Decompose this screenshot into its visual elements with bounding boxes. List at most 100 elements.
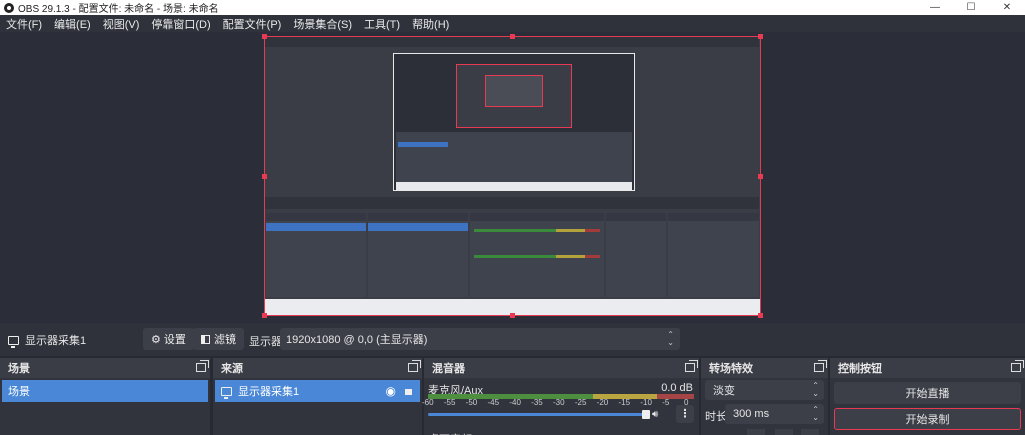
db-scale-label: -25 [574, 398, 587, 407]
menu-scene-collection[interactable]: 场景集合(S) [287, 16, 358, 32]
nested-source-bar [265, 197, 759, 209]
preview-area[interactable] [0, 32, 1025, 323]
resize-handle-br[interactable] [758, 313, 763, 318]
updown-arrow-icon: ⌃ ⌄ [667, 330, 674, 347]
resize-handle-b[interactable] [510, 313, 515, 318]
eye-icon[interactable]: ◉ [386, 384, 396, 398]
undock-icon[interactable] [814, 360, 827, 372]
start-recording-label: 开始录制 [905, 414, 950, 426]
db-scale-label: -35 [531, 398, 543, 407]
start-streaming-button[interactable]: 开始直播 [834, 382, 1021, 404]
mic-aux-volume-slider[interactable] [428, 413, 650, 416]
nested-taskbar [396, 182, 632, 190]
nested-scene-selected [266, 223, 366, 231]
nested-selection [398, 142, 448, 147]
controls-dock-header: 控制按钮 [830, 358, 1025, 378]
remove-transition-button[interactable] [775, 429, 793, 435]
resize-handle-t[interactable] [510, 34, 515, 39]
source-item-label: 显示器采集1 [238, 386, 300, 398]
audio-mixer-dock: 混音器 麦克风/Aux 0.0 dB -60 -55 -50 -45 -40 -35 -30… [422, 358, 699, 435]
db-scale-label: -60 [422, 398, 434, 407]
nested-mixer-dock [470, 213, 604, 297]
settings-label: 设置 [163, 334, 186, 346]
menu-help[interactable]: 帮助(H) [406, 16, 455, 32]
undock-icon[interactable] [685, 360, 698, 372]
resize-handle-r[interactable] [758, 174, 763, 179]
controls-dock: 控制按钮 开始直播 开始录制 [830, 358, 1025, 435]
menu-profile[interactable]: 配置文件(P) [217, 16, 288, 32]
menu-tools[interactable]: 工具(T) [358, 16, 406, 32]
source-settings-button[interactable]: ⚙ 设置 [143, 328, 194, 350]
nested-preview-inner [456, 64, 572, 128]
sources-dock-header: 来源 [213, 358, 422, 378]
spin-arrows-icon[interactable]: ⌃ ⌄ [812, 406, 819, 422]
filter-icon [201, 334, 210, 344]
sources-title: 来源 [221, 363, 243, 375]
menu-bar: 文件(F) 编辑(E) 视图(V) 停靠窗口(D) 配置文件(P) 场景集合(S… [0, 15, 1025, 32]
duration-spinbox[interactable]: 300 ms ⌃ ⌄ [725, 404, 824, 424]
selected-source-name: 显示器采集1 [25, 335, 87, 347]
start-streaming-label: 开始直播 [905, 388, 950, 400]
nested-docks [396, 132, 632, 188]
window-title: OBS 29.1.3 - 配置文件: 未命名 - 场景: 未命名 [18, 4, 219, 15]
scenes-dock: 场景 场景 [0, 358, 210, 435]
source-filters-button[interactable]: 滤镜 [193, 328, 244, 350]
speaker-icon[interactable]: 🔊︎ [652, 409, 658, 420]
gear-icon: ⚙ [151, 333, 161, 346]
nested-source-selected [368, 223, 468, 231]
db-scale: -60 -55 -50 -45 -40 -35 -30 -25 -20 -15 -10 -5 0 [422, 398, 699, 408]
db-scale-label: -5 [662, 398, 670, 407]
lock-icon[interactable] [405, 389, 412, 395]
menu-edit[interactable]: 编辑(E) [48, 16, 97, 32]
display-select[interactable]: 1920x1080 @ 0,0 (主显示器) ⌃ ⌄ [280, 328, 680, 350]
undock-icon[interactable] [1011, 360, 1024, 372]
maximize-button[interactable]: ☐ [953, 0, 989, 15]
scenes-dock-header: 场景 [0, 358, 210, 378]
controls-title: 控制按钮 [838, 363, 882, 375]
resize-handle-bl[interactable] [262, 313, 267, 318]
transition-select[interactable]: 淡变 ⌃ ⌄ [705, 380, 824, 400]
source-toolbar: 显示器采集1 ⚙ 设置 滤镜 显示器 1920x1080 @ 0,0 (主显示器… [0, 323, 1025, 356]
start-recording-button[interactable]: 开始录制 [834, 408, 1021, 430]
preview-canvas[interactable] [262, 34, 763, 318]
transitions-dock-header: 转场特效 [701, 358, 828, 378]
scenes-title: 场景 [8, 363, 30, 375]
nested-transitions-dock [606, 213, 666, 297]
db-scale-label: -50 [465, 398, 478, 407]
minimize-button[interactable]: — [917, 0, 953, 15]
db-scale-label: -55 [443, 398, 456, 407]
add-transition-button[interactable] [747, 429, 765, 435]
nested-meter-2 [474, 255, 600, 258]
nested-controls-dock [668, 213, 759, 297]
db-scale-label: -45 [487, 398, 500, 407]
source-item[interactable]: 显示器采集1 ◉ [215, 380, 420, 402]
mic-aux-db: 0.0 dB [661, 382, 693, 394]
duration-value: 300 ms [733, 408, 770, 420]
menu-docks[interactable]: 停靠窗口(D) [145, 16, 216, 32]
volume-slider-thumb[interactable] [641, 410, 650, 419]
mixer-title: 混音器 [432, 363, 465, 375]
scene-transitions-dock: 转场特效 淡变 ⌃ ⌄ 时长 300 ms ⌃ ⌄ [701, 358, 828, 435]
display-value: 1920x1080 @ 0,0 (主显示器) [286, 334, 428, 346]
nested-preview-inner2 [485, 75, 543, 107]
resize-handle-tr[interactable] [758, 34, 763, 39]
transition-options-button[interactable] [801, 429, 819, 435]
monitor-icon [221, 386, 232, 399]
monitor-icon [8, 335, 19, 348]
db-scale-label: -20 [596, 398, 609, 407]
transitions-title: 转场特效 [709, 363, 753, 375]
nested-meter-1 [474, 229, 600, 232]
more-options-icon[interactable]: ⋮ [676, 405, 694, 423]
undock-icon[interactable] [196, 360, 209, 372]
close-button[interactable]: ✕ [989, 0, 1025, 15]
db-scale-label: -30 [553, 398, 565, 407]
title-bar: OBS 29.1.3 - 配置文件: 未命名 - 场景: 未命名 — ☐ ✕ [0, 0, 1025, 15]
display-label: 显示器 [249, 336, 282, 348]
menu-file[interactable]: 文件(F) [0, 16, 48, 32]
resize-handle-tl[interactable] [262, 34, 267, 39]
desktop-audio-label: 桌面音频 [428, 431, 472, 435]
resize-handle-l[interactable] [262, 174, 267, 179]
scene-item[interactable]: 场景 [2, 380, 208, 402]
menu-view[interactable]: 视图(V) [97, 16, 146, 32]
undock-icon[interactable] [408, 360, 421, 372]
